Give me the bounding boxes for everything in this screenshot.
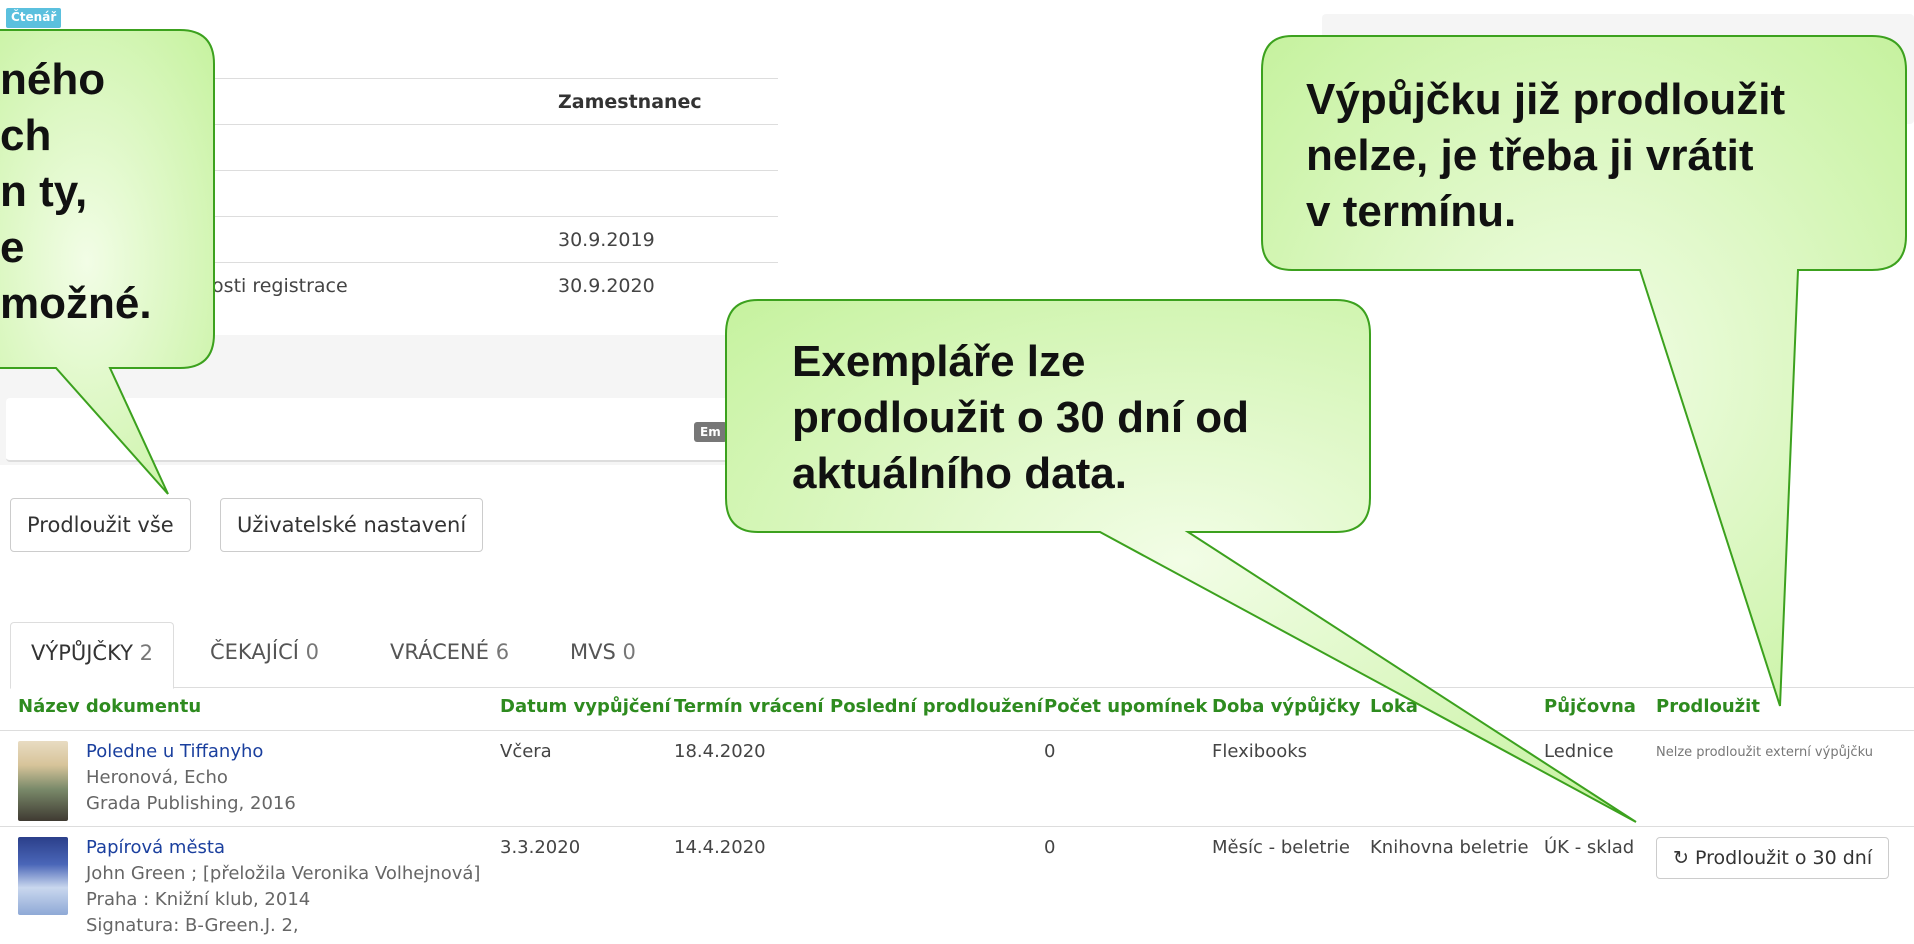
tab-loans[interactable]: VÝPŮJČKY 2 — [10, 622, 174, 689]
tab-count: 0 — [305, 640, 320, 664]
loans-tabs: VÝPŮJČKY 2 ČEKAJÍCÍ 0 VRÁCENÉ 6 MVS 0 — [10, 622, 1914, 689]
document-title-link[interactable]: Poledne u Tiffanyho — [86, 741, 263, 762]
due-date: 14.4.2020 — [674, 837, 766, 858]
reader-badge: Čtenář — [6, 8, 62, 28]
column-header[interactable]: Doba výpůjčky — [1212, 696, 1360, 717]
loan-period: Flexibooks — [1212, 741, 1308, 762]
callout-line: Exempláře lze — [792, 337, 1086, 386]
column-header[interactable]: Poslední prodloužení — [830, 696, 1043, 717]
callout-line: Výpůjčku již prodloužit — [1306, 75, 1786, 124]
tab-waiting[interactable]: ČEKAJÍCÍ 0 — [190, 622, 339, 688]
notice-box — [6, 398, 778, 462]
callout-line: ného — [0, 55, 106, 104]
column-header[interactable]: Počet upomínek — [1044, 696, 1207, 717]
loans-table-header: Název dokumentu Datum vypůjčení Termín v… — [0, 692, 1914, 724]
renew-button-label: Prodloužit o 30 dní — [1694, 847, 1873, 869]
document-publisher: Grada Publishing, 2016 — [86, 793, 296, 814]
document-signature: Signatura: B-Green.J. 2, — [86, 915, 299, 936]
loan-period: Měsíc - beletrie — [1212, 837, 1350, 858]
callout-line: nelze, je třeba ji vrátit — [1306, 130, 1754, 180]
document-author: Heronová, Echo — [86, 767, 228, 788]
callout-middle-text: Exempláře lze prodloužit o 30 dní od akt… — [792, 334, 1249, 502]
column-header[interactable]: Loka — [1370, 696, 1418, 717]
table-row: Poledne u Tiffanyho Heronová, Echo Grada… — [0, 730, 1914, 824]
user-settings-button[interactable]: Uživatelské nastavení — [220, 498, 484, 552]
reminder-count: 0 — [1044, 837, 1056, 858]
info-value: 30.9.2020 — [558, 275, 655, 297]
column-header[interactable]: Název dokumentu — [18, 696, 201, 717]
callout-line: ch — [0, 110, 52, 160]
tab-ill[interactable]: MVS 0 — [550, 622, 656, 688]
reminder-count: 0 — [1044, 741, 1056, 762]
renew-all-button[interactable]: Prodloužit vše — [10, 498, 191, 552]
refresh-icon: ↻ — [1673, 847, 1689, 869]
table-row: Papírová města John Green ; [přeložila V… — [0, 826, 1914, 944]
email-badge: Em — [694, 422, 727, 442]
branch: Lednice — [1544, 741, 1614, 762]
tab-label: MVS — [570, 640, 616, 664]
callout-line: v termínu. — [1306, 186, 1517, 236]
location: Knihovna beletrie — [1370, 837, 1529, 858]
tab-label: VRÁCENÉ — [390, 640, 490, 664]
document-author: John Green ; [přeložila Veronika Volhejn… — [86, 863, 481, 884]
tab-returned[interactable]: VRÁCENÉ 6 — [370, 622, 529, 688]
info-value: 30.9.2019 — [558, 229, 655, 251]
book-cover[interactable] — [18, 837, 68, 915]
column-header[interactable]: Půjčovna — [1544, 696, 1636, 717]
document-title-link[interactable]: Papírová města — [86, 837, 225, 858]
due-date: 18.4.2020 — [674, 741, 766, 762]
renew-30-days-button[interactable]: ↻ Prodloužit o 30 dní — [1656, 837, 1890, 879]
book-cover[interactable] — [18, 741, 68, 821]
callout-line: aktuálního data. — [792, 448, 1127, 498]
callout-left-text: ného ch n ty, e možné. — [0, 52, 152, 331]
column-header[interactable]: Datum vypůjčení — [500, 696, 671, 717]
document-publisher: Praha : Knižní klub, 2014 — [86, 889, 311, 910]
callout-line: možné. — [0, 278, 152, 328]
info-value: Zamestnanec — [558, 91, 702, 113]
branch: ÚK - sklad — [1544, 837, 1635, 858]
tab-count: 0 — [622, 640, 636, 664]
info-label: nosti registrace — [200, 275, 348, 297]
callout-line: n ty, — [0, 166, 88, 216]
column-header[interactable]: Prodloužit — [1656, 696, 1760, 717]
tab-count: 6 — [495, 640, 510, 664]
callout-line: e — [0, 222, 25, 272]
tab-count: 2 — [139, 641, 153, 665]
tab-label: VÝPŮJČKY — [31, 641, 133, 665]
tab-label: ČEKAJÍCÍ — [210, 640, 299, 664]
renew-unavailable-note: Nelze prodloužit externí výpůjčku — [1656, 745, 1873, 760]
borrowed-date: Včera — [500, 741, 552, 762]
callout-line: prodloužit o 30 dní od — [792, 392, 1250, 442]
borrowed-date: 3.3.2020 — [500, 837, 581, 858]
column-header[interactable]: Termín vrácení — [674, 696, 824, 717]
callout-right-text: Výpůjčku již prodloužit nelze, je třeba … — [1306, 72, 1785, 240]
